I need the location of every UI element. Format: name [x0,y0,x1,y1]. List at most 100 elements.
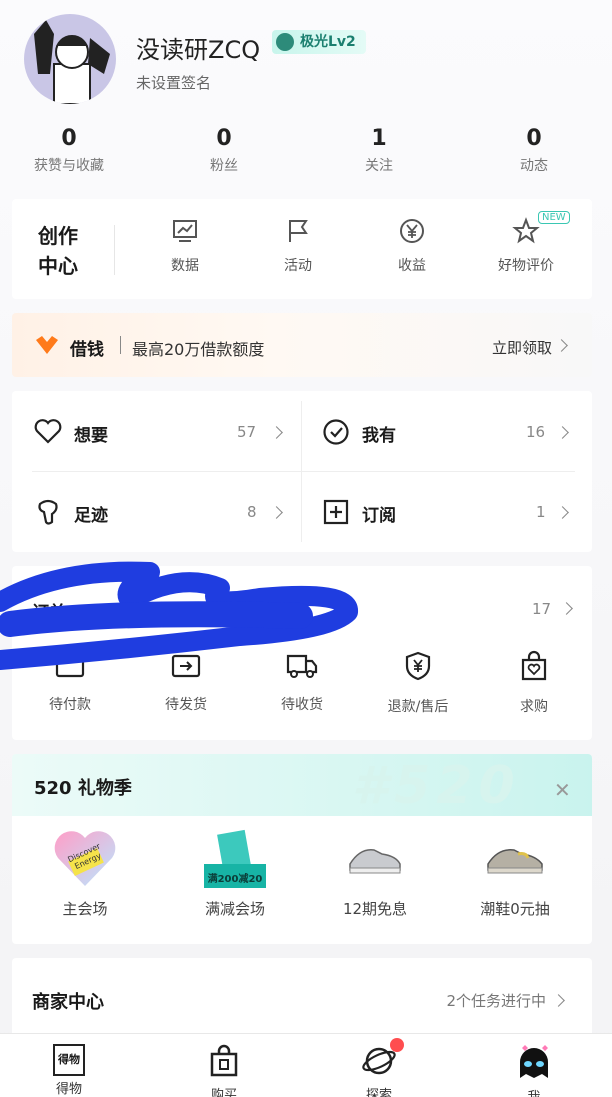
dewu-logo-icon: 得物 [53,1044,85,1076]
notification-dot [390,1038,404,1052]
close-icon[interactable]: ✕ [554,778,571,802]
stat-following[interactable]: 1 关注 [304,126,454,175]
stats-row: 0 获赞与收藏 0 粉丝 1 关注 0 动态 [0,126,612,186]
promo-item-label: 12期免息 [342,900,408,918]
stat-value: 0 [216,126,232,151]
order-item-pending-payment[interactable]: 待付款 [20,650,120,714]
orders-count: 17 [532,600,552,618]
nav-label: 我 [484,1086,584,1097]
chevron-right-icon [270,506,283,519]
loan-banner[interactable]: 借钱 最高20万借款额度 立即领取 [12,313,592,377]
plus-square-icon [323,499,349,525]
nav-item-home[interactable]: 得物 得物 [19,1044,119,1097]
collection-item-history[interactable]: 足迹 8 [34,493,294,533]
divider [120,336,121,354]
promo-item-label: 满减会场 [204,900,265,918]
promo-item-main-venue[interactable]: Discover Energy 主会场 [20,824,150,919]
collection-label: 足迹 [74,506,108,526]
creator-item-label: 数据 [171,258,199,274]
chevron-right-icon [552,994,565,1007]
divider [32,471,575,472]
nav-item-explore[interactable]: 探索 [329,1038,429,1097]
loan-description: 最高20万借款额度 [132,340,265,359]
creator-item-review[interactable]: NEW 好物评价 [481,211,571,275]
promo-background-text: #520 [352,756,521,816]
collection-item-owned[interactable]: 我有 16 [322,413,582,453]
collection-item-subscribed[interactable]: 订阅 1 [322,493,582,533]
promo-header: #520 520 礼物季 ✕ [12,754,592,816]
stat-label: 关注 [365,158,393,174]
stat-posts[interactable]: 0 动态 [459,126,609,175]
nav-label: 购买 [210,1088,237,1097]
ticket-image: 满200减20 [200,824,270,894]
shield-yen-icon [405,651,431,681]
creator-item-data[interactable]: 数据 [140,217,230,275]
nav-item-buy[interactable]: 购买 [174,1044,274,1097]
divider [114,225,115,275]
promo-item-label: 主会场 [62,900,108,918]
nav-item-me[interactable]: 我 [484,1044,584,1097]
stat-label: 动态 [520,158,548,174]
flag-icon [289,220,308,242]
collection-count: 8 [247,503,257,521]
ghost-mascot-icon [520,1045,548,1078]
heart-gift-image: Discover Energy [50,824,120,894]
order-item-pending-receipt[interactable]: 待收货 [252,650,352,714]
loan-claim-link[interactable]: 立即领取 [492,337,552,358]
collection-count: 57 [237,423,257,441]
promo-title[interactable]: 520 礼物季 [34,774,132,800]
chart-icon [173,220,197,242]
box-arrow-icon [171,654,201,678]
stat-value: 1 [371,126,387,151]
level-badge[interactable]: 极光Lv2 [272,30,366,54]
promo-item-discount-venue[interactable]: 满200减20 满减会场 [170,824,300,919]
ticket-image-text: 满200减20 [207,874,263,885]
creator-item-earnings[interactable]: 收益 [367,217,457,275]
heart-icon [34,419,62,444]
order-item-label: 待付款 [49,697,91,713]
merchant-title: 商家中心 [32,992,104,1013]
loan-name: 借钱 [70,340,104,360]
level-badge-label: 极光Lv2 [300,34,356,50]
creator-center-title[interactable]: 创作中心 [38,221,88,281]
truck-icon [286,654,318,678]
order-item-label: 待收货 [281,697,323,713]
new-badge: NEW [538,211,570,224]
footprint-icon [38,499,58,525]
stat-fans[interactable]: 0 粉丝 [149,126,299,175]
chevron-right-icon [270,426,283,439]
signature[interactable]: 未设置签名 [136,72,211,93]
merchant-tasks: 2个任务进行中 [446,992,546,1010]
creator-item-label: 活动 [284,258,312,274]
orders-card: 订单 17 待付款 待发货 待收货 退款/售后 求购 [12,566,592,740]
stat-value: 0 [61,126,77,151]
promo-item-sneaker-draw[interactable]: 潮鞋0元抽 [450,824,580,919]
collections-card: 想要 57 我有 16 足迹 8 订阅 1 [12,391,592,552]
creator-item-activity[interactable]: 活动 [253,217,343,275]
stat-likes[interactable]: 0 获赞与收藏 [0,126,144,175]
order-item-label: 退款/售后 [387,699,449,715]
order-item-label: 待发货 [165,697,207,713]
order-item-wanted[interactable]: 求购 [484,650,584,716]
chevron-right-icon [560,602,573,615]
promo-item-interest-free[interactable]: 12期免息 [310,824,440,919]
loan-logo-icon [36,336,58,354]
chevron-right-icon [555,339,568,352]
orders-title[interactable]: 订单 [32,598,66,623]
divider [301,401,302,542]
order-item-refund[interactable]: 退款/售后 [368,650,468,716]
shopping-bag-icon [210,1044,238,1077]
sneaker-image [340,824,410,894]
order-item-pending-shipment[interactable]: 待发货 [136,650,236,714]
collection-item-want[interactable]: 想要 57 [34,413,294,453]
collection-label: 想要 [74,426,108,446]
bag-heart-icon [521,650,547,681]
wallet-icon [55,654,85,678]
username: 没读研ZCQ [136,36,261,64]
nav-label: 得物 [55,1082,82,1097]
avatar[interactable] [24,14,116,104]
creator-center-card: 创作中心 数据 活动 收益 NEW 好物评价 [12,199,592,299]
sneaker-image [480,824,550,894]
bottom-nav: 得物 得物 购买 探索 我 [0,1033,612,1097]
check-circle-icon [323,419,349,445]
